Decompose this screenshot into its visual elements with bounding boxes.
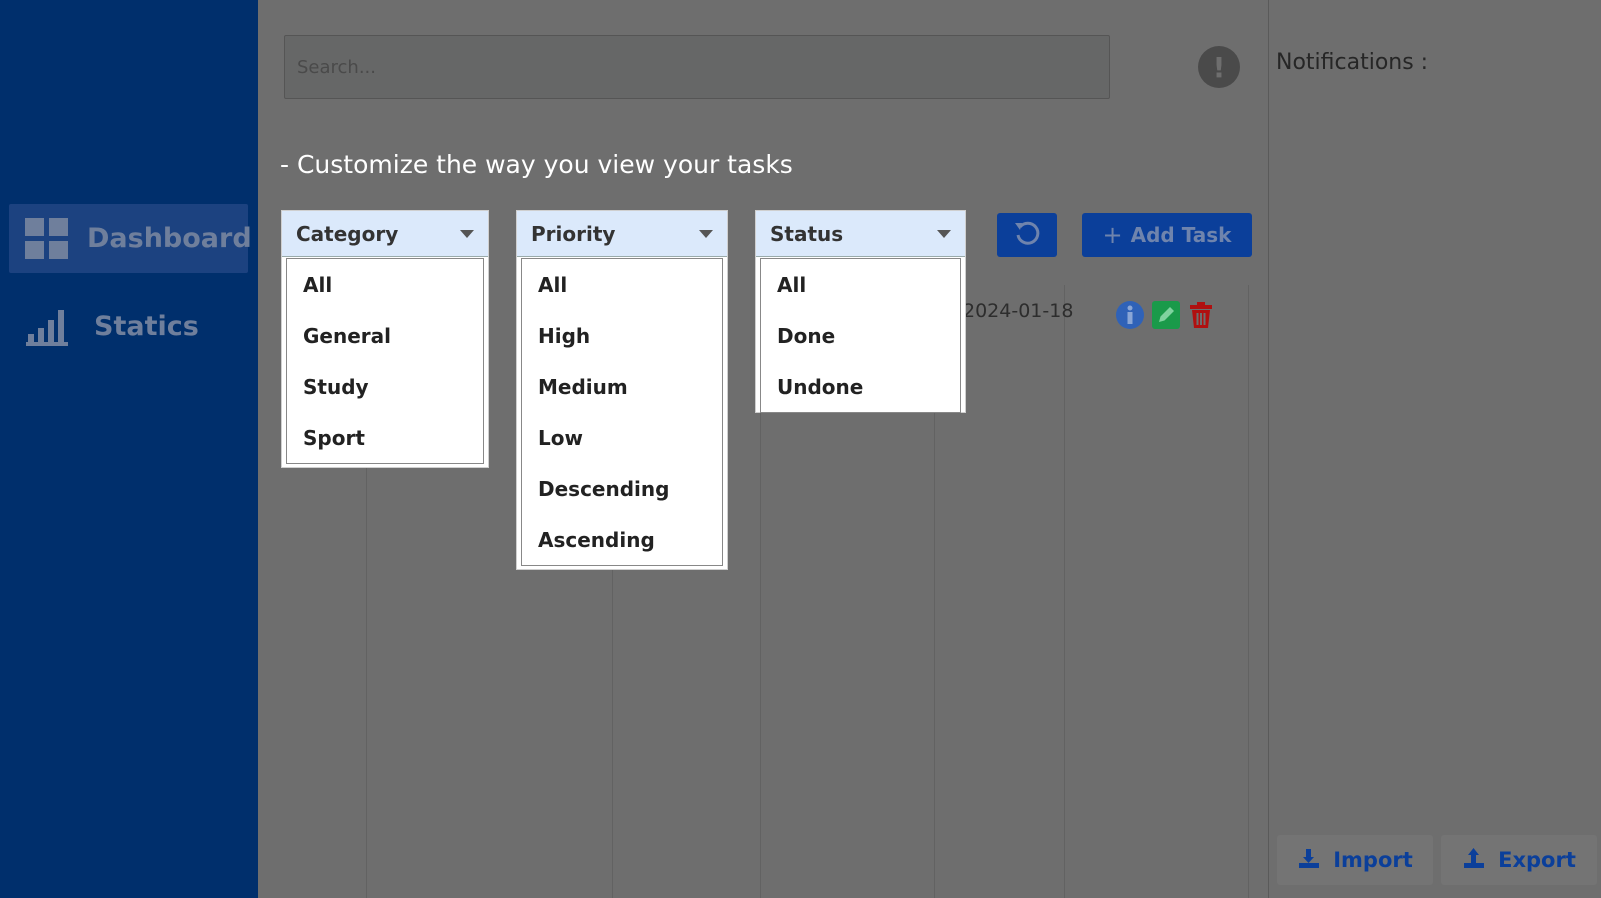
chevron-down-icon	[699, 229, 713, 238]
import-button[interactable]: Import	[1277, 835, 1433, 885]
add-task-label: Add Task	[1130, 223, 1232, 247]
page-heading: - Customize the way you view your tasks	[280, 150, 793, 179]
chevron-down-icon	[937, 229, 951, 238]
bar-chart-icon	[26, 306, 68, 348]
export-icon	[1462, 846, 1486, 875]
category-dropdown[interactable]: Category All General Study Sport	[281, 210, 489, 468]
category-option-sport[interactable]: Sport	[287, 412, 483, 463]
sidebar-item-label: Statics	[94, 311, 199, 342]
priority-option-high[interactable]: High	[522, 310, 722, 361]
status-options: All Done Undone	[760, 258, 961, 413]
sidebar-item-label: Dashboard	[87, 223, 252, 254]
notifications-title: Notifications :	[1276, 50, 1429, 75]
table-gridline	[1064, 285, 1065, 898]
search-input[interactable]	[284, 35, 1110, 99]
import-label: Import	[1333, 848, 1413, 872]
priority-select-label: Priority	[531, 221, 616, 246]
category-option-study[interactable]: Study	[287, 361, 483, 412]
task-date: 2024-01-18	[963, 300, 1074, 322]
status-dropdown[interactable]: Status All Done Undone	[755, 210, 966, 413]
category-options: All General Study Sport	[286, 258, 484, 464]
category-select[interactable]: Category	[282, 211, 488, 257]
priority-select[interactable]: Priority	[517, 211, 727, 257]
status-option-done[interactable]: Done	[761, 310, 960, 361]
priority-dropdown[interactable]: Priority All High Medium Low Descending …	[516, 210, 728, 570]
import-icon	[1297, 846, 1321, 875]
status-select[interactable]: Status	[756, 211, 965, 257]
category-select-label: Category	[296, 221, 399, 246]
plus-icon: +	[1102, 221, 1123, 249]
sidebar-item-statics[interactable]: Statics	[9, 292, 248, 361]
chevron-down-icon	[460, 229, 474, 238]
status-option-undone[interactable]: Undone	[761, 361, 960, 412]
notifications-panel: Notifications : Import Export	[1268, 0, 1601, 898]
priority-option-ascending[interactable]: Ascending	[522, 514, 722, 565]
delete-icon[interactable]	[1186, 300, 1216, 330]
priority-option-descending[interactable]: Descending	[522, 463, 722, 514]
alert-icon[interactable]: !	[1198, 46, 1240, 88]
priority-option-low[interactable]: Low	[522, 412, 722, 463]
refresh-button[interactable]	[997, 213, 1057, 257]
info-icon[interactable]	[1115, 300, 1145, 330]
category-option-all[interactable]: All	[287, 259, 483, 310]
priority-option-medium[interactable]: Medium	[522, 361, 722, 412]
sidebar: Dashboard Statics	[0, 0, 258, 898]
add-task-button[interactable]: + Add Task	[1082, 213, 1252, 257]
refresh-icon	[1012, 218, 1042, 252]
status-select-label: Status	[770, 221, 844, 246]
sidebar-item-dashboard[interactable]: Dashboard	[9, 204, 252, 273]
priority-option-all[interactable]: All	[522, 259, 722, 310]
table-gridline	[1248, 285, 1249, 898]
export-label: Export	[1498, 848, 1576, 872]
category-option-general[interactable]: General	[287, 310, 483, 361]
export-button[interactable]: Export	[1441, 835, 1597, 885]
main-content: ! - Customize the way you view your task…	[258, 0, 1268, 898]
priority-options: All High Medium Low Descending Ascending	[521, 258, 723, 566]
dashboard-grid-icon	[25, 217, 69, 260]
edit-icon[interactable]	[1151, 300, 1181, 330]
status-option-all[interactable]: All	[761, 259, 960, 310]
